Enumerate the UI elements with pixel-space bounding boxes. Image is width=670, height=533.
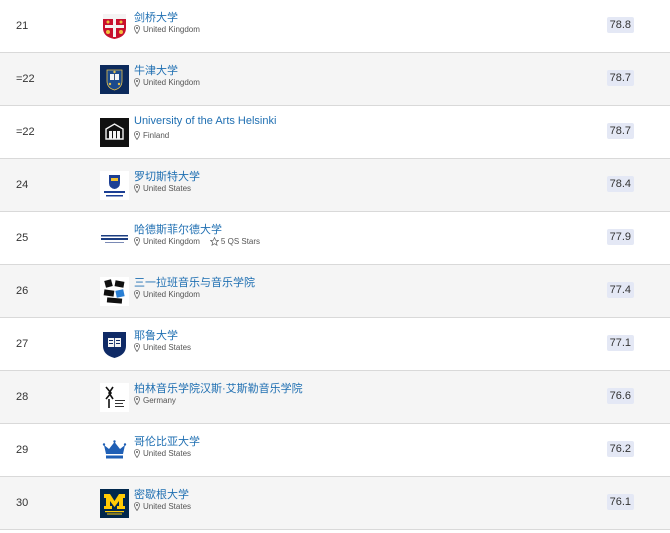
overall-score: 76.2 [606,441,634,457]
qs-stars-label: 5 QS Stars [220,237,261,246]
rank-number: 27 [16,338,29,350]
location-info: United Kingdom 5 QS Stars [134,237,260,246]
university-name-link[interactable]: 剑桥大学 [134,9,178,25]
university-name-link[interactable]: 罗切斯特大学 [134,168,200,184]
cambridge-crest-icon[interactable] [100,12,129,41]
huddersfield-logo-icon[interactable] [100,224,129,253]
university-name-link[interactable]: University of the Arts Helsinki [134,115,276,127]
location-info: United Kingdom [134,78,200,87]
country-label: Finland [143,131,170,140]
location-pin-icon [134,396,140,405]
location-info: United Kingdom [134,25,200,34]
ranking-row: 27 耶鲁大学 United States 77.1 [0,318,670,371]
rank-number: 30 [16,497,29,509]
rank-number: 29 [16,444,29,456]
location-info: United States [134,449,191,458]
university-name-link[interactable]: 密歇根大学 [134,486,189,502]
university-name-link[interactable]: 三一拉班音乐与音乐学院 [134,274,255,290]
country-label: United Kingdom [143,237,200,246]
michigan-block-m-icon[interactable] [100,489,129,518]
location-pin-icon [134,449,140,458]
overall-score: 78.4 [606,176,634,192]
rochester-logo-icon[interactable] [100,171,129,200]
overall-score: 77.1 [606,335,634,351]
ranking-row: 28 柏林音乐学院汉斯·艾斯勒音乐学院 Germany 76.6 [0,371,670,424]
overall-score: 77.9 [606,229,634,245]
location-pin-icon [134,343,140,352]
yale-shield-icon[interactable] [100,330,129,359]
rank-number: =22 [16,73,35,85]
university-name-link[interactable]: 哈德斯菲尔德大学 [134,221,222,237]
location-info: Germany [134,396,176,405]
university-name-link[interactable]: 耶鲁大学 [134,327,178,343]
location-pin-icon [134,290,140,299]
location-pin-icon [134,25,140,34]
rank-number: 25 [16,232,29,244]
location-info: United Kingdom [134,290,200,299]
location-pin-icon [134,78,140,87]
location-pin-icon [134,237,140,246]
overall-score: 78.8 [606,17,634,33]
rank-number: 24 [16,179,29,191]
rankings-list: 21 剑桥大学 United Kingdom 78.8 =22 牛津大学 Uni… [0,0,670,530]
country-label: United States [143,184,192,193]
ranking-row: 21 剑桥大学 United Kingdom 78.8 [0,0,670,53]
columbia-crown-icon[interactable] [100,436,129,465]
overall-score: 78.7 [606,123,634,139]
country-label: United Kingdom [143,290,200,299]
ranking-row: 25 哈德斯菲尔德大学 United Kingdom 5 QS Stars 77… [0,212,670,265]
ranking-row: 29 哥伦比亚大学 United States 76.2 [0,424,670,477]
country-label: United States [143,449,192,458]
location-pin-icon [134,131,140,140]
rank-number: 28 [16,391,29,403]
overall-score: 76.1 [606,494,634,510]
location-info: United States [134,502,191,511]
country-label: United Kingdom [143,78,200,87]
ranking-row: 26 三一拉班音乐与音乐学院 United Kingdom 77.4 [0,265,670,318]
country-label: United States [143,343,192,352]
rank-number: 26 [16,285,29,297]
location-info: United States [134,343,191,352]
overall-score: 77.4 [606,282,634,298]
ranking-row: =22 University of the Arts Helsinki Finl… [0,106,670,159]
country-label: United States [143,502,192,511]
overall-score: 78.7 [606,70,634,86]
ranking-row: =22 牛津大学 United Kingdom 78.7 [0,53,670,106]
location-pin-icon [134,502,140,511]
overall-score: 76.6 [606,388,634,404]
rank-number: =22 [16,126,35,138]
rank-number: 21 [16,20,29,32]
university-name-link[interactable]: 牛津大学 [134,62,178,78]
university-name-link[interactable]: 柏林音乐学院汉斯·艾斯勒音乐学院 [134,380,303,396]
university-name-link[interactable]: 哥伦比亚大学 [134,433,200,449]
uniarts-helsinki-icon[interactable] [100,118,129,147]
country-label: Germany [143,396,176,405]
oxford-crest-icon[interactable] [100,65,129,94]
trinity-laban-logo-icon[interactable] [100,277,129,306]
location-pin-icon [134,184,140,193]
qs-star-icon [209,237,219,246]
location-info: United States [134,184,191,193]
country-label: United Kingdom [143,25,200,34]
ranking-row: 30 密歇根大学 United States 76.1 [0,477,670,530]
ranking-row: 24 罗切斯特大学 United States 78.4 [0,159,670,212]
hanns-eisler-logo-icon[interactable] [100,383,129,412]
location-info: Finland [134,131,169,140]
